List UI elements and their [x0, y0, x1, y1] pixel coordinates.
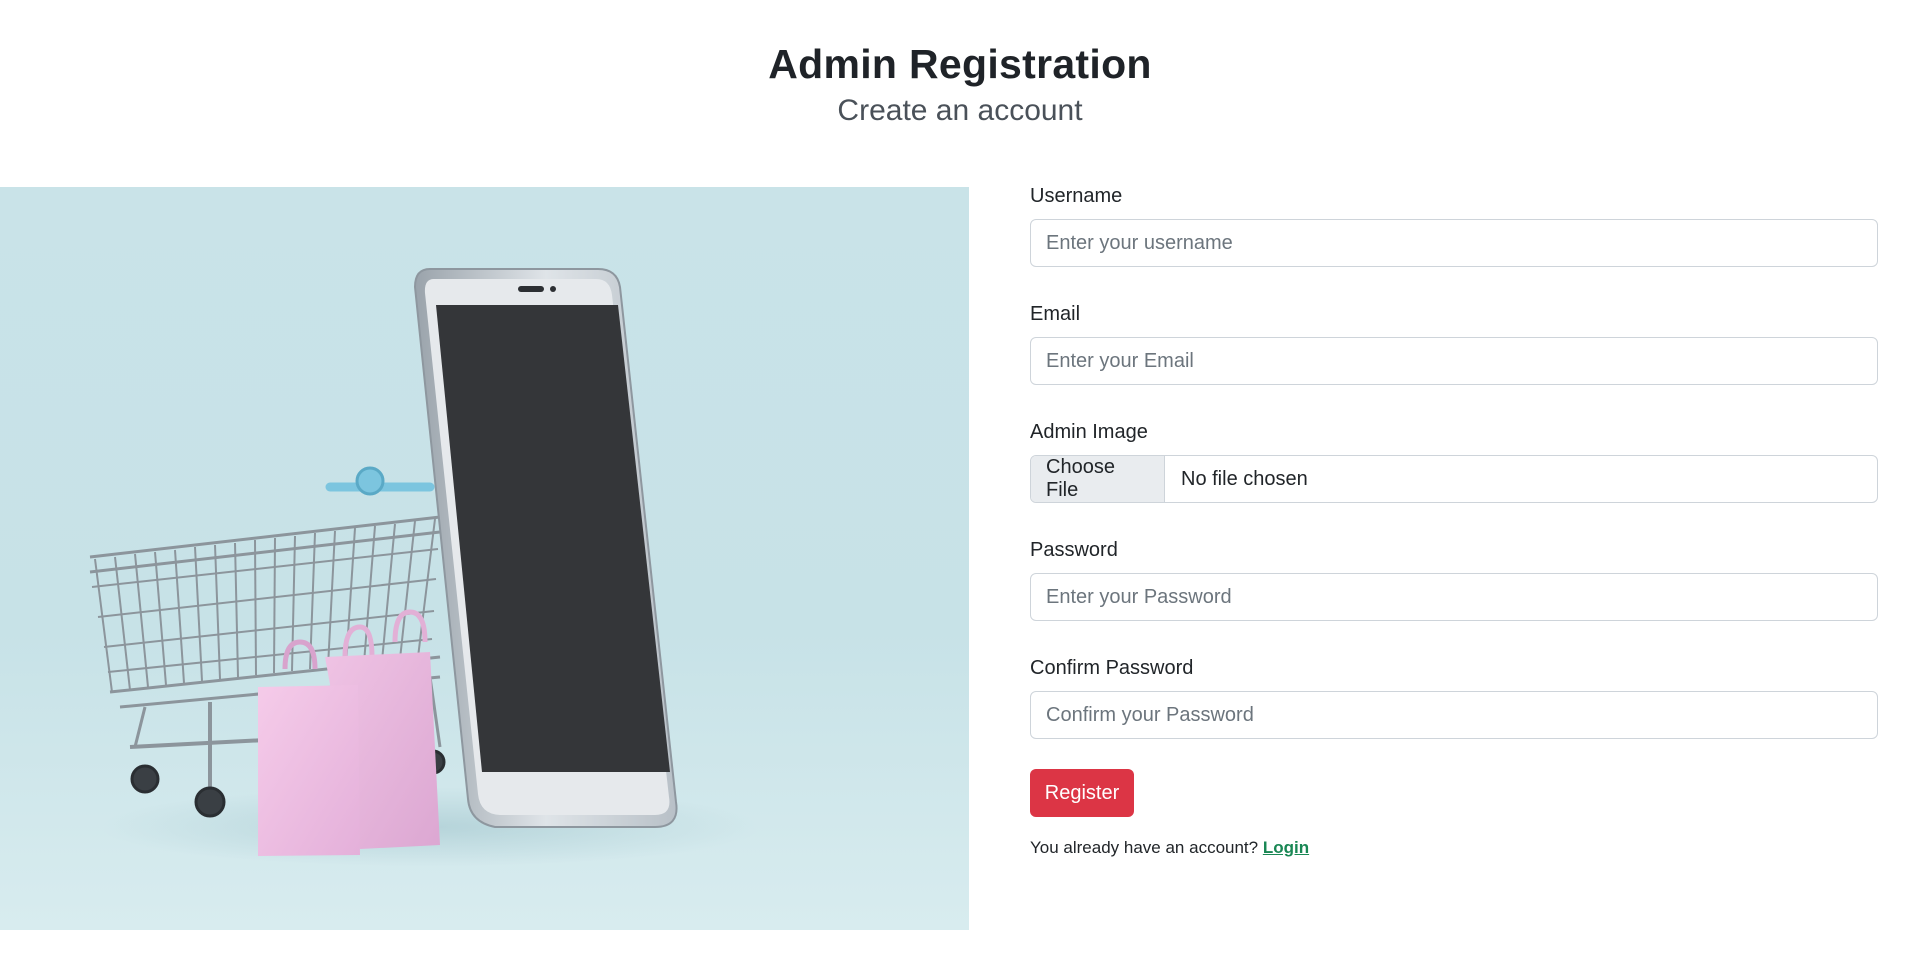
- smartphone-icon: [413, 268, 678, 828]
- register-button[interactable]: Register: [1030, 769, 1134, 817]
- admin-image-file-input[interactable]: Choose File No file chosen: [1030, 455, 1878, 503]
- admin-image-field-group: Admin Image Choose File No file chosen: [1030, 418, 1878, 503]
- login-link[interactable]: Login: [1263, 838, 1309, 857]
- choose-file-button[interactable]: Choose File: [1031, 456, 1165, 502]
- shopping-bag-icon: [258, 609, 440, 856]
- username-label: Username: [1030, 185, 1123, 207]
- file-status-text: No file chosen: [1181, 467, 1308, 490]
- confirm-password-input[interactable]: [1030, 691, 1878, 739]
- password-label: Password: [1030, 539, 1118, 561]
- page-header: Admin Registration Create an account: [0, 38, 1920, 131]
- email-label: Email: [1030, 303, 1081, 325]
- login-prompt: You already have an account? Login: [1030, 838, 1878, 858]
- login-prompt-text: You already have an account?: [1030, 838, 1259, 857]
- username-field-group: Username: [1030, 182, 1878, 267]
- email-field-group: Email: [1030, 300, 1878, 385]
- email-input[interactable]: [1030, 337, 1878, 385]
- page-title: Admin Registration: [768, 41, 1152, 87]
- password-input[interactable]: [1030, 573, 1878, 621]
- password-field-group: Password: [1030, 536, 1878, 621]
- confirm-password-field-group: Confirm Password: [1030, 654, 1878, 739]
- confirm-password-label: Confirm Password: [1030, 657, 1194, 679]
- registration-form: Username Email Admin Image Choose File N…: [1030, 182, 1878, 858]
- shopping-illustration: [89, 268, 760, 867]
- admin-image-label: Admin Image: [1030, 421, 1148, 443]
- username-input[interactable]: [1030, 219, 1878, 267]
- page-subtitle: Create an account: [837, 94, 1083, 127]
- hero-image: [0, 187, 969, 930]
